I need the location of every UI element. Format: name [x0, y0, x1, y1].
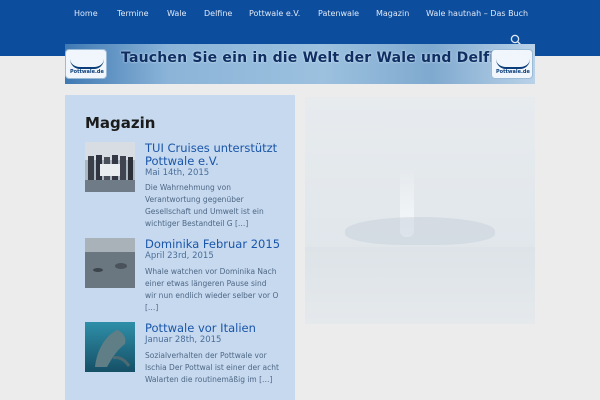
nav-item-patenwale[interactable]: Patenwale — [318, 9, 359, 18]
banner-tagline: Tauchen Sie ein in die Welt der Wale und… — [121, 50, 515, 66]
logo-text-right: Pottwale.de — [496, 69, 530, 75]
article-excerpt: Whale watchen vor Dominika Nach einer et… — [145, 267, 279, 312]
article-excerpt: Die Wahrnehmung von Verantwortung gegenü… — [145, 183, 264, 228]
header-banner[interactable]: Pottwale.de Tauchen Sie ein in die Welt … — [65, 44, 535, 84]
whale-back — [345, 217, 495, 245]
sea-surface — [305, 247, 535, 324]
article-date: April 23rd, 2015 — [145, 251, 214, 261]
article-thumbnail-group-photo[interactable] — [85, 142, 135, 192]
site-logo-right: Pottwale.de — [491, 49, 533, 79]
nav-item-magazin[interactable]: Magazin — [376, 9, 409, 18]
article-date: Januar 28th, 2015 — [145, 335, 222, 345]
article-title-link[interactable]: Pottwale vor Italien — [145, 322, 285, 335]
article-excerpt: Sozialverhalten der Pottwale vor Ischia … — [145, 351, 279, 384]
whale-tail-logo-mark — [70, 59, 104, 69]
article-title-link[interactable]: Dominika Februar 2015 — [145, 238, 285, 251]
magazin-sidebar: Magazin TUI Cruises unterstützt Pottwale… — [65, 95, 295, 400]
logo-text: Pottwale.de — [70, 69, 104, 75]
site-logo[interactable]: Pottwale.de — [65, 49, 107, 79]
nav-item-wale-hautnah[interactable]: Wale hautnah – Das Buch — [426, 9, 528, 18]
article-thumbnail-whale-sea[interactable] — [85, 238, 135, 288]
nav-item-delfine[interactable]: Delfine — [204, 9, 232, 18]
article-title-link[interactable]: TUI Cruises unterstützt Pottwale e.V. — [145, 142, 285, 168]
article-thumbnail-sperm-whale-underwater[interactable] — [85, 322, 135, 372]
nav-item-pottwale-ev[interactable]: Pottwale e.V. — [249, 9, 300, 18]
sidebar-title: Magazin — [85, 114, 156, 132]
whale-tail-logo-mark — [496, 59, 530, 69]
nav-item-home[interactable]: Home — [74, 9, 98, 18]
nav-item-termine[interactable]: Termine — [117, 9, 149, 18]
nav-item-wale[interactable]: Wale — [167, 9, 186, 18]
featured-image-whale-blow[interactable] — [305, 97, 535, 324]
article-date: Mai 14th, 2015 — [145, 168, 210, 178]
